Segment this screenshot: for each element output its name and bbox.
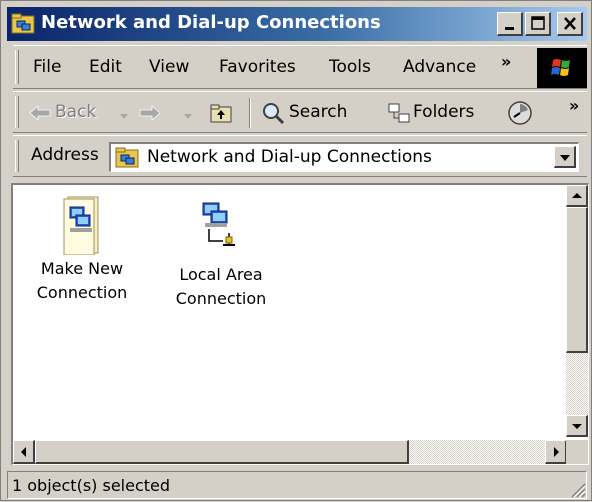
horizontal-scroll-thumb[interactable] <box>35 440 409 464</box>
menu-advanced[interactable]: Advance <box>403 57 476 77</box>
standard-toolbar: Back Search Folders » <box>13 91 587 133</box>
local-area-connection-item[interactable]: Local Area Connection <box>161 201 281 311</box>
folders-button[interactable]: Folders <box>413 102 474 122</box>
vertical-scroll-thumb[interactable] <box>566 207 588 353</box>
network-folder-icon <box>11 13 35 35</box>
close-button[interactable] <box>557 12 583 36</box>
make-new-connection-item[interactable]: Make New Connection <box>27 195 137 305</box>
menu-bar-grip[interactable] <box>15 50 19 84</box>
scroll-down-button[interactable] <box>566 415 588 437</box>
horizontal-scrollbar[interactable] <box>13 440 567 464</box>
explorer-window: Network and Dial-up Connections File Edi… <box>0 0 592 501</box>
toolbar-grip[interactable] <box>15 96 19 128</box>
make-new-connection-label: Make New Connection <box>36 259 128 302</box>
title-bar[interactable]: Network and Dial-up Connections <box>7 7 587 41</box>
network-folder-icon <box>115 147 139 173</box>
menu-file[interactable]: File <box>33 57 61 77</box>
address-value: Network and Dial-up Connections <box>147 147 432 167</box>
minimize-button[interactable] <box>497 12 523 36</box>
status-pane: 1 object(s) selected <box>7 471 587 499</box>
scroll-right-button[interactable] <box>545 440 567 464</box>
folders-icon[interactable] <box>387 102 411 128</box>
scroll-left-button[interactable] <box>13 440 35 464</box>
toolbar-separator <box>249 98 251 128</box>
make-new-connection-icon <box>60 195 104 256</box>
address-field[interactable]: Network and Dial-up Connections <box>109 142 579 172</box>
maximize-button[interactable] <box>525 12 551 36</box>
search-icon[interactable] <box>261 101 285 129</box>
menu-view[interactable]: View <box>149 57 189 77</box>
history-icon[interactable] <box>507 100 533 130</box>
scrollbar-corner <box>566 440 588 464</box>
scroll-up-button[interactable] <box>566 185 588 207</box>
file-view[interactable]: Make New Connection Local Area Connectio… <box>11 183 589 465</box>
toolbar-overflow-chevron[interactable]: » <box>569 96 579 115</box>
up-folder-icon[interactable] <box>209 102 233 128</box>
vertical-scrollbar[interactable] <box>566 185 588 437</box>
windows-logo <box>537 48 587 88</box>
address-dropdown-button[interactable] <box>554 146 576 168</box>
menu-bar: File Edit View Favorites Tools Advance » <box>13 45 587 89</box>
window-title: Network and Dial-up Connections <box>41 12 381 33</box>
search-button[interactable]: Search <box>289 102 347 122</box>
menu-tools[interactable]: Tools <box>329 57 371 77</box>
back-button[interactable]: Back <box>55 102 96 122</box>
menu-overflow-chevron[interactable]: » <box>501 52 511 71</box>
forward-arrow-icon[interactable] <box>139 105 161 125</box>
resize-grip-icon[interactable] <box>568 480 586 498</box>
status-bar: 1 object(s) selected <box>7 469 587 499</box>
menu-edit[interactable]: Edit <box>89 57 122 77</box>
local-area-connection-label: Local Area Connection <box>175 265 267 308</box>
forward-dropdown-arrow-icon[interactable] <box>183 107 193 125</box>
local-area-connection-icon <box>189 201 253 255</box>
address-label: Address <box>31 145 99 165</box>
back-dropdown-arrow-icon[interactable] <box>119 107 129 125</box>
status-text: 1 object(s) selected <box>12 476 171 495</box>
back-arrow-icon[interactable] <box>29 105 51 125</box>
address-bar: Address Network and Dial-up Connections <box>13 135 587 177</box>
address-bar-grip[interactable] <box>15 140 19 172</box>
menu-favorites[interactable]: Favorites <box>219 57 296 77</box>
